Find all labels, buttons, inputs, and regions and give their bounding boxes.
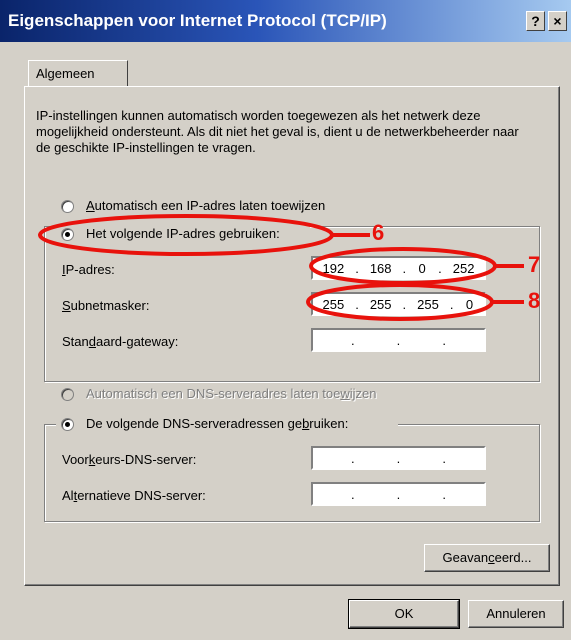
close-button[interactable]: × xyxy=(548,11,567,31)
callout-number-8: 8 xyxy=(528,288,541,313)
manual-dns-label[interactable]: De volgende DNS-serveradressen gebruiken… xyxy=(86,416,348,431)
callout-number-6: 6 xyxy=(372,220,385,245)
ip-address-label: IP-adres: xyxy=(62,262,115,277)
window-title: Eigenschappen voor Internet Protocol (TC… xyxy=(8,11,387,30)
manual-ip-radio[interactable] xyxy=(61,228,74,241)
advanced-button[interactable]: Geavanceerd... xyxy=(424,544,550,572)
alternate-dns-field[interactable]: ... xyxy=(311,482,486,506)
tab-algemeen[interactable]: Algemeen xyxy=(28,60,128,86)
ip-address-field[interactable]: 192. 168. 0. 252 xyxy=(311,256,486,280)
default-gateway-label: Standaard-gateway: xyxy=(62,334,179,349)
preferred-dns-label: Voorkeurs-DNS-server: xyxy=(62,452,197,467)
auto-dns-radio xyxy=(61,388,74,401)
help-button[interactable]: ? xyxy=(526,11,545,31)
tab-label: Algemeen xyxy=(36,66,95,81)
default-gateway-field[interactable]: ... xyxy=(311,328,486,352)
cancel-button[interactable]: Annuleren xyxy=(468,600,564,628)
alternate-dns-label: Alternatieve DNS-server: xyxy=(62,488,206,503)
auto-dns-label: Automatisch een DNS-serveradres laten to… xyxy=(86,386,377,401)
manual-dns-radio[interactable] xyxy=(61,418,74,431)
intro-text: IP-instellingen kunnen automatisch worde… xyxy=(36,108,519,155)
callout-number-7: 7 xyxy=(528,252,541,277)
auto-ip-label[interactable]: Automatisch een IP-adres laten toewijzen xyxy=(86,198,325,213)
subnet-mask-field[interactable]: 255. 255. 255. 0 xyxy=(311,292,486,316)
auto-ip-radio[interactable] xyxy=(61,200,74,213)
subnet-mask-label: Subnetmasker: xyxy=(62,298,150,313)
ok-button[interactable]: OK xyxy=(348,599,460,629)
manual-ip-label[interactable]: Het volgende IP-adres gebruiken: xyxy=(86,226,280,241)
dns-groupbox xyxy=(44,424,540,522)
preferred-dns-field[interactable]: ... xyxy=(311,446,486,470)
title-bar: Eigenschappen voor Internet Protocol (TC… xyxy=(0,0,571,42)
